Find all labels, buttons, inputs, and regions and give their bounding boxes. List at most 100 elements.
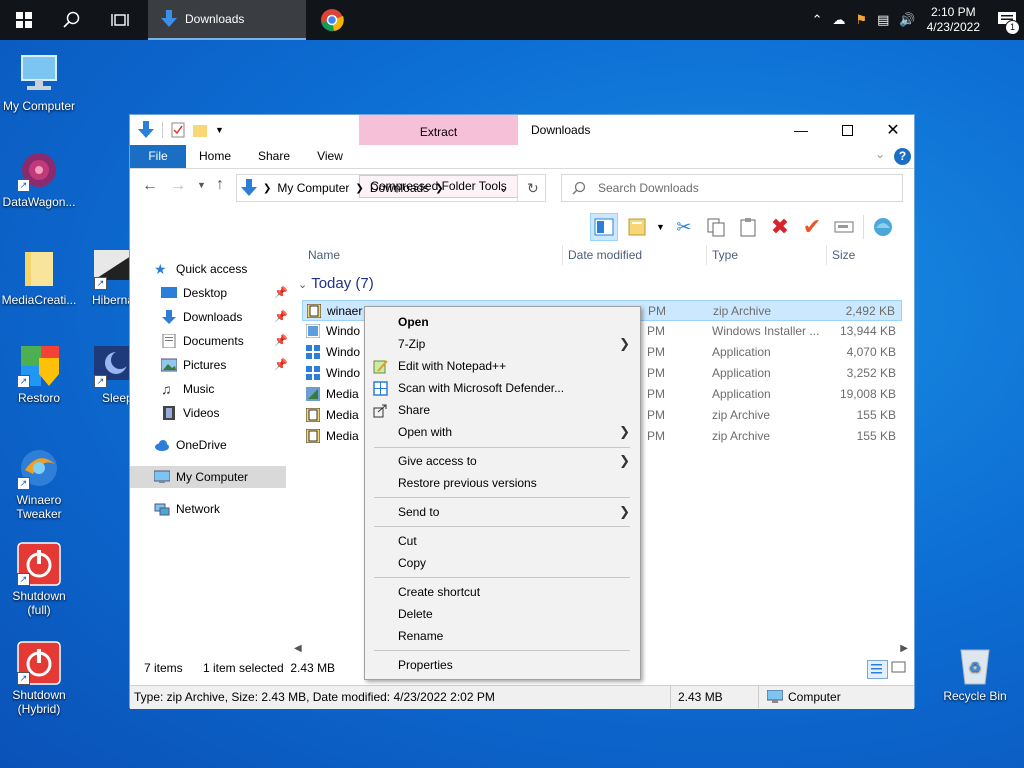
search-box[interactable]: Search Downloads bbox=[561, 174, 903, 202]
select-button[interactable]: ✔ bbox=[799, 214, 825, 240]
nav-downloads[interactable]: Downloads bbox=[161, 306, 242, 328]
desktop-icon-label: MediaCreati... bbox=[1, 293, 77, 307]
desktop-icon-datawagon[interactable]: ↗ DataWagon... bbox=[0, 148, 78, 209]
minimize-button[interactable]: — bbox=[778, 115, 824, 145]
menu-item-7zip[interactable]: 7-Zip ❯ bbox=[365, 333, 640, 355]
desktop-icon-my-computer[interactable]: My Computer bbox=[0, 52, 78, 113]
chevron-up-icon[interactable]: ⌃ bbox=[812, 12, 823, 28]
tab-view[interactable]: View bbox=[310, 145, 350, 168]
taskbar-downloads-button[interactable]: Downloads bbox=[148, 0, 306, 40]
chrome-button[interactable] bbox=[308, 0, 356, 40]
network-icon[interactable]: ▤ bbox=[877, 12, 889, 28]
volume-icon[interactable]: 🔊 bbox=[899, 12, 915, 28]
nav-quick-access[interactable]: ★ Quick access bbox=[154, 258, 247, 280]
tab-home[interactable]: Home bbox=[192, 145, 238, 168]
column-name[interactable]: Name bbox=[308, 243, 340, 267]
desktop-icon-restoro[interactable]: ↗ Restoro bbox=[0, 344, 78, 405]
new-folder-icon[interactable] bbox=[193, 123, 207, 137]
help-icon[interactable]: ? bbox=[894, 148, 911, 165]
breadcrumb-downloads[interactable]: Downloads bbox=[370, 181, 429, 195]
nav-pictures[interactable]: Pictures bbox=[161, 354, 226, 376]
refresh-icon[interactable]: ↻ bbox=[527, 180, 539, 197]
copy-button[interactable] bbox=[703, 214, 729, 240]
network-muted-icon[interactable]: ☁ bbox=[832, 12, 845, 28]
column-size[interactable]: Size bbox=[832, 243, 855, 267]
extract-context-tab[interactable]: Extract bbox=[359, 115, 518, 145]
desktop-icon-label: DataWagon... bbox=[2, 195, 76, 209]
task-view-button[interactable] bbox=[96, 0, 144, 40]
menu-item-open-with[interactable]: Open with ❯ bbox=[365, 421, 640, 443]
desktop-icon-sleep[interactable]: ↗ Sleep bbox=[78, 344, 130, 405]
desktop-icon-mediacreation[interactable]: MediaCreati... bbox=[0, 246, 78, 307]
search-button[interactable] bbox=[48, 0, 96, 40]
properties-icon[interactable] bbox=[171, 122, 185, 138]
menu-item-delete[interactable]: Delete bbox=[365, 603, 640, 625]
rename-button[interactable] bbox=[831, 214, 857, 240]
menu-item-restore-versions[interactable]: Restore previous versions bbox=[365, 472, 640, 494]
desktop-icon-hibernate[interactable]: ↗ Hiberna bbox=[78, 246, 130, 307]
menu-item-copy[interactable]: Copy bbox=[365, 552, 640, 574]
recent-locations-icon[interactable]: ▼ bbox=[197, 180, 206, 190]
cut-button[interactable]: ✂ bbox=[671, 214, 697, 240]
system-tray: ⌃ ☁ ⚑ ▤ 🔊 2:10 PM 4/23/2022 1 bbox=[807, 0, 1024, 40]
address-bar[interactable]: ❯ My Computer ❯ Downloads ❯ ⌄ ↻ bbox=[236, 174, 546, 202]
forward-arrow-icon[interactable]: → bbox=[170, 177, 186, 195]
notifications-button[interactable]: 1 bbox=[994, 0, 1024, 40]
column-type[interactable]: Type bbox=[712, 243, 738, 267]
address-dropdown-icon[interactable]: ⌄ bbox=[499, 182, 508, 195]
paste-button[interactable] bbox=[735, 214, 761, 240]
nav-documents[interactable]: Documents bbox=[161, 330, 244, 352]
ribbon-expand-icon[interactable]: ⌄ bbox=[875, 147, 885, 161]
delete-button[interactable]: ✖ bbox=[767, 214, 793, 240]
menu-item-open[interactable]: Open bbox=[365, 311, 640, 333]
menu-item-share[interactable]: Share bbox=[365, 399, 640, 421]
scroll-left-icon[interactable]: ◀ bbox=[294, 643, 302, 654]
pin-icon[interactable]: 📌 bbox=[274, 286, 288, 299]
pin-icon[interactable]: 📌 bbox=[274, 334, 288, 347]
large-icons-view-button[interactable] bbox=[890, 660, 909, 677]
close-button[interactable]: ✕ bbox=[870, 115, 916, 145]
qat-dropdown-icon[interactable]: ▼ bbox=[215, 125, 224, 135]
nav-desktop[interactable]: Desktop bbox=[161, 282, 291, 304]
menu-item-send-to[interactable]: Send to ❯ bbox=[365, 501, 640, 523]
nav-music[interactable]: ♫ Music bbox=[161, 378, 214, 400]
nav-videos[interactable]: Videos bbox=[161, 402, 219, 424]
nav-my-computer[interactable]: My Computer bbox=[130, 466, 286, 488]
clock[interactable]: 2:10 PM 4/23/2022 bbox=[927, 5, 980, 35]
nav-network[interactable]: Network bbox=[154, 498, 220, 520]
collapse-chevron-icon[interactable]: ⌄ bbox=[298, 279, 307, 291]
menu-item-give-access[interactable]: Give access to ❯ bbox=[365, 450, 640, 472]
up-arrow-icon[interactable]: ↑ bbox=[216, 176, 224, 194]
back-arrow-icon[interactable]: ← bbox=[142, 177, 158, 195]
nav-label: Network bbox=[176, 502, 221, 516]
shell-button[interactable] bbox=[870, 214, 896, 240]
menu-item-edit-notepad[interactable]: Edit with Notepad++ bbox=[365, 355, 640, 377]
menu-item-scan-defender[interactable]: Scan with Microsoft Defender... bbox=[365, 377, 640, 399]
details-pane-button[interactable] bbox=[590, 213, 618, 241]
start-button[interactable] bbox=[0, 0, 48, 40]
breadcrumb-my-computer[interactable]: My Computer bbox=[277, 181, 349, 195]
column-date-modified[interactable]: Date modified bbox=[568, 243, 642, 267]
menu-item-rename[interactable]: Rename bbox=[365, 625, 640, 647]
desktop-icon-recycle-bin[interactable]: ♻ Recycle Bin bbox=[936, 642, 1014, 703]
window-title: Downloads bbox=[531, 123, 591, 137]
details-view-button[interactable] bbox=[867, 660, 888, 679]
group-header-today[interactable]: ⌄ Today (7) bbox=[298, 275, 374, 292]
tab-share[interactable]: Share bbox=[252, 145, 296, 168]
pin-icon[interactable]: 📌 bbox=[274, 358, 288, 371]
scroll-right-icon[interactable]: ▶ bbox=[900, 643, 908, 654]
preview-button[interactable] bbox=[624, 214, 650, 240]
preview-dropdown-icon[interactable]: ▼ bbox=[656, 222, 665, 232]
file-type: Application bbox=[712, 345, 771, 359]
desktop-icon-shutdown-hybrid[interactable]: ↗ Shutdown (Hybrid) bbox=[0, 641, 78, 716]
tab-file[interactable]: File bbox=[130, 145, 186, 168]
menu-item-properties[interactable]: Properties bbox=[365, 654, 640, 676]
desktop-icon-shutdown-full[interactable]: ↗ Shutdown (full) bbox=[0, 542, 78, 617]
desktop-icon-winaero[interactable]: ↗ Winaero Tweaker bbox=[0, 446, 78, 521]
pin-icon[interactable]: 📌 bbox=[274, 310, 288, 323]
nav-onedrive[interactable]: OneDrive bbox=[154, 434, 227, 456]
menu-item-create-shortcut[interactable]: Create shortcut bbox=[365, 581, 640, 603]
shield-alert-icon[interactable]: ⚑ bbox=[855, 12, 867, 28]
maximize-button[interactable] bbox=[824, 115, 870, 145]
menu-item-cut[interactable]: Cut bbox=[365, 530, 640, 552]
